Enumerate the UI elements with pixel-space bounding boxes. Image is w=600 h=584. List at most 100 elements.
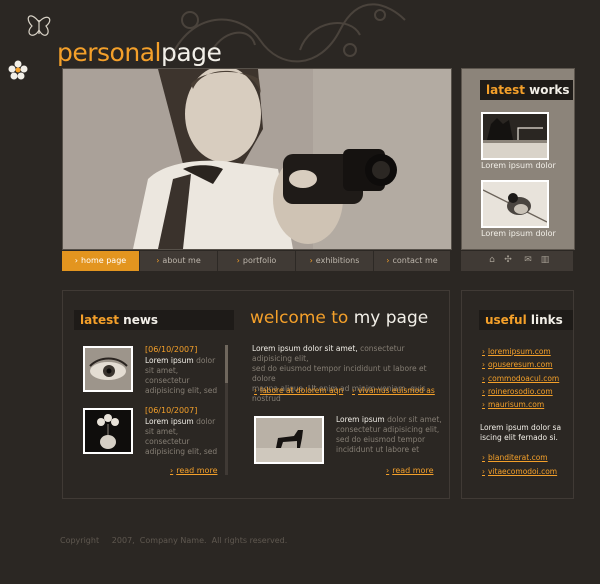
arrow-icon: › [482,347,485,356]
arrow-icon: › [254,386,257,395]
useful-text: Lorem ipsum dolor sa iscing elit fernado… [480,423,570,443]
latest-works-panel: latest works Lorem ipsum dolor Lorem ips… [461,68,575,250]
news-line: dolor [196,356,216,365]
news-scrollbar[interactable] [225,345,228,475]
title-part-2: links [530,313,563,327]
arrow-icon: › [352,386,355,395]
nav-home[interactable]: › home page [62,251,140,271]
sitemap-icon[interactable]: ✣ [503,255,513,265]
link-label: loremipsum.com [488,347,551,356]
work-caption-1: Lorem ipsum dolor [481,161,556,170]
news-line: dolor [196,417,216,426]
text-line: iscing elit fernado si. [480,433,558,442]
paragraph-line: dolor sit amet, [387,415,442,424]
link-label: opuseresum.com [488,360,553,369]
mail-icon[interactable]: ✉ [523,255,533,265]
news-line: adipisicing elit, sed [145,386,218,395]
work-thumbnail-1[interactable] [481,112,549,160]
useful-link-2[interactable]: › opuseresum.com [482,360,553,369]
title-part-2: news [123,313,159,327]
news-text-1: Lorem ipsum dolor sit amet, consectetur … [145,356,223,396]
title-part-1: latest [80,313,119,327]
nav-label: contact me [392,256,438,265]
news-thumbnail-1[interactable] [83,346,133,392]
useful-links-title: useful links [479,310,573,330]
link-label: read more [392,466,434,475]
arrow-icon: › [482,400,485,409]
welcome-dog-photo[interactable] [254,416,324,464]
latest-news-title: latest news [74,310,234,330]
news-date-2: [06/10/2007] [145,406,198,415]
welcome-title: welcome to my page [250,308,428,328]
nav-label: about me [162,256,201,265]
useful-link-1[interactable]: › loremipsum.com [482,347,551,356]
link-label: vitaecomodoi.com [488,467,558,476]
nav-arrow-icon: › [236,256,240,265]
nav-contact[interactable]: › contact me [374,251,450,271]
nav-portfolio[interactable]: › portfolio [218,251,296,271]
nav-exhibitions[interactable]: › exhibitions [296,251,374,271]
logo-part-1: personal [57,38,161,67]
nav-arrow-icon: › [74,256,78,265]
text-line: Lorem ipsum dolor sa [480,423,562,432]
footer-copyright: Copyright 2007, Company Name. All rights… [60,536,288,545]
nav-about[interactable]: › about me [140,251,218,271]
hero-photo [62,68,452,250]
useful-link-5[interactable]: › maurisum.com [482,400,544,409]
work-thumbnail-2[interactable] [481,180,549,228]
arrow-icon: › [482,467,485,476]
welcome-read-more-link[interactable]: › read more [386,466,433,475]
paragraph-line: incididunt ut labore et [336,445,420,454]
main-nav: › home page › about me › portfolio › exhibit… [62,251,450,271]
logo-part-2: page [160,38,222,67]
flower-icon [8,60,28,80]
title-part-1: useful [485,313,527,327]
news-thumbnail-2[interactable] [83,408,133,454]
title-part-1: welcome to [250,308,349,328]
news-scrollbar-thumb[interactable] [225,345,228,383]
welcome-link-1[interactable]: › labore at dolorem aqn [254,386,343,395]
paragraph-line: consectetur adipisicing elit, [336,425,440,434]
welcome-paragraph-2: Lorem ipsum dolor sit amet, consectetur … [336,415,444,455]
welcome-link-2[interactable]: › vivamus euismod as [352,386,435,395]
useful-link-7[interactable]: › vitaecomodoi.com [482,467,557,476]
site-logo[interactable]: personalpage [57,38,222,67]
useful-link-3[interactable]: › commodoacul.com [482,374,559,383]
arrow-icon: › [482,374,485,383]
trash-icon[interactable]: ▥ [540,255,550,265]
link-label: blanditerat.com [488,453,548,462]
link-label: roinerosodio.com [488,387,553,396]
paragraph-line: sed do eiusmod tempor [336,435,426,444]
useful-link-4[interactable]: › roinerosodio.com [482,387,553,396]
link-label: read more [176,466,218,475]
latest-works-title: latest works [480,80,573,100]
title-part-1: latest [486,83,525,97]
title-part-2: my page [353,308,429,328]
page: personalpage latest works Lorem ipsum do… [0,0,600,584]
paragraph-lead: Lorem ipsum dolor sit amet, [252,344,358,353]
news-lead: Lorem ipsum [145,417,194,426]
news-read-more-link[interactable]: › read more [170,466,217,475]
home-icon[interactable]: ⌂ [487,255,497,265]
arrow-icon: › [386,466,390,475]
news-line: adipisicing elit, sed [145,447,218,456]
news-line: sit amet, consectetur [145,427,190,446]
paragraph-line: sed do eiusmod tempor incididunt ut labo… [252,364,427,383]
link-label: maurisum.com [488,400,545,409]
nav-arrow-icon: › [386,256,390,265]
nav-label: home page [81,256,127,265]
link-label: vivamus euismod as [358,386,435,395]
arrow-icon: › [482,387,485,396]
paragraph-lead: Lorem ipsum [336,415,385,424]
work-caption-2: Lorem ipsum dolor [481,229,556,238]
link-label: commodoacul.com [488,374,560,383]
nav-label: portfolio [242,256,277,265]
news-lead: Lorem ipsum [145,356,194,365]
arrow-icon: › [482,453,485,462]
news-text-2: Lorem ipsum dolor sit amet, consectetur … [145,417,223,457]
nav-label: exhibitions [315,256,360,265]
nav-arrow-icon: › [156,256,160,265]
butterfly-icon [27,15,51,36]
link-label: labore at dolorem aqn [260,386,344,395]
useful-link-6[interactable]: › blanditerat.com [482,453,548,462]
